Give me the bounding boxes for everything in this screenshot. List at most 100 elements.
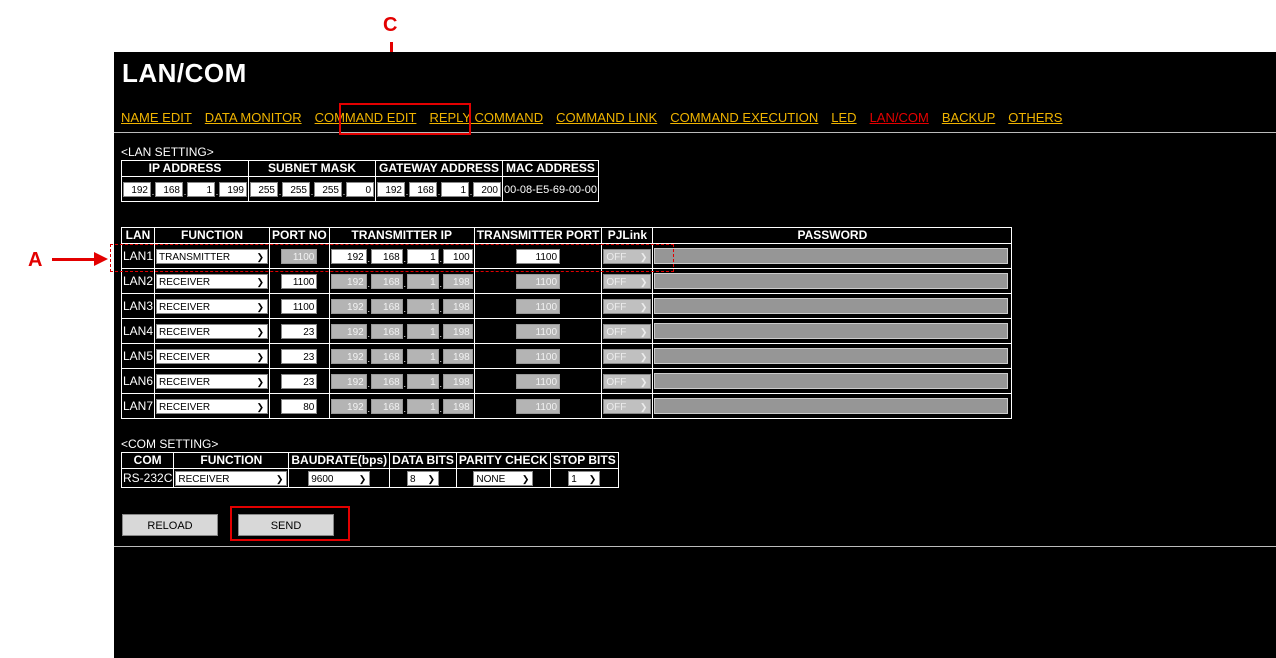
transmitter-ip-octet-1[interactable]: 192 — [330, 323, 367, 339]
annotation-a-arrow-shaft — [52, 258, 96, 261]
nav-link-others[interactable]: OTHERS — [1008, 110, 1062, 125]
transmitter-ip-octet-3[interactable]: 1 — [406, 273, 439, 289]
transmitter-port-input[interactable]: 1100 — [516, 373, 561, 389]
ip-octet-3[interactable]: 1 — [187, 181, 215, 197]
subnet-octet-3[interactable]: 255 — [314, 181, 342, 197]
com-port-cell: RS-232C — [120, 468, 175, 488]
parity-select[interactable]: NONE ❯ — [473, 470, 534, 486]
pjlink-select[interactable]: OFF ❯ — [603, 323, 652, 339]
ip-octet-2[interactable]: 168 — [155, 181, 183, 197]
lan-setting-heading: <LAN SETTING> — [121, 145, 214, 159]
pjlink-value: OFF — [606, 401, 627, 413]
password-input[interactable] — [654, 323, 1009, 339]
gateway-octet-2[interactable]: 168 — [409, 181, 437, 197]
transmitter-port-input[interactable]: 1100 — [516, 398, 561, 414]
lan-function-select[interactable]: RECEIVER ❯ — [156, 323, 269, 339]
data-bits-cell: 8 ❯ — [389, 468, 457, 488]
transmitter-ip-octet-1[interactable]: 192 — [330, 273, 367, 289]
transmitter-ip-octet-4[interactable]: 198 — [442, 373, 473, 389]
chevron-down-icon: ❯ — [275, 473, 284, 484]
lan-function-cell: RECEIVER ❯ — [154, 368, 271, 394]
lan-function-select[interactable]: RECEIVER ❯ — [156, 373, 269, 389]
transmitter-ip-octet-3[interactable]: 1 — [406, 348, 439, 364]
transmitter-ip-octet-3[interactable]: 1 — [406, 373, 439, 389]
data-bits-value: 8 — [410, 473, 416, 485]
transmitter-ip-octet-2[interactable]: 168 — [370, 323, 403, 339]
ip-octet-4[interactable]: 199 — [219, 181, 247, 197]
lan-transmitter-port-cell: 1100 — [473, 293, 603, 319]
pjlink-select[interactable]: OFF ❯ — [603, 398, 652, 414]
ip-octet-1[interactable]: 192 — [123, 181, 151, 197]
nav-link-lan-com[interactable]: LAN/COM — [870, 110, 929, 125]
header-mac-address: MAC ADDRESS — [502, 160, 599, 177]
lan-port-input[interactable]: 80 — [281, 398, 318, 414]
transmitter-ip-octet-1[interactable]: 192 — [330, 298, 367, 314]
lan-port-input[interactable]: 1100 — [281, 273, 318, 289]
password-input[interactable] — [654, 248, 1009, 264]
header-subnet-mask: SUBNET MASK — [248, 160, 376, 177]
lan-pjlink-cell: OFF ❯ — [601, 268, 654, 294]
stop-bits-select[interactable]: 1 ❯ — [568, 470, 601, 486]
lan-function-select[interactable]: RECEIVER ❯ — [156, 298, 269, 314]
transmitter-ip-octet-4[interactable]: 198 — [442, 348, 473, 364]
transmitter-port-input[interactable]: 1100 — [516, 323, 561, 339]
lan-port-input[interactable]: 23 — [281, 373, 318, 389]
pjlink-select[interactable]: OFF ❯ — [603, 298, 652, 314]
com-setting-table: COM FUNCTION BAUDRATE(bps) DATA BITS PAR… — [120, 452, 619, 488]
transmitter-ip-octet-4[interactable]: 198 — [442, 273, 473, 289]
pjlink-value: OFF — [606, 326, 627, 338]
pjlink-select[interactable]: OFF ❯ — [603, 348, 652, 364]
chevron-down-icon: ❯ — [639, 401, 648, 412]
divider-bottom — [114, 546, 1276, 547]
nav-link-data-monitor[interactable]: DATA MONITOR — [205, 110, 302, 125]
gateway-octet-4[interactable]: 200 — [473, 181, 501, 197]
nav-link-name-edit[interactable]: NAME EDIT — [121, 110, 192, 125]
com-function-select[interactable]: RECEIVER ❯ — [175, 470, 288, 486]
lan-port-input[interactable]: 1100 — [281, 298, 318, 314]
lan-function-value: RECEIVER — [159, 276, 211, 288]
reload-button[interactable]: RELOAD — [122, 514, 218, 536]
transmitter-ip-octet-2[interactable]: 168 — [370, 348, 403, 364]
transmitter-ip-octet-3[interactable]: 1 — [406, 298, 439, 314]
transmitter-ip-octet-2[interactable]: 168 — [370, 298, 403, 314]
transmitter-ip-octet-1[interactable]: 192 — [330, 373, 367, 389]
transmitter-ip-octet-2[interactable]: 168 — [370, 398, 403, 414]
lan-password-cell — [652, 268, 1013, 294]
transmitter-port-input[interactable]: 1100 — [516, 348, 561, 364]
lan-function-select[interactable]: RECEIVER ❯ — [156, 273, 269, 289]
lan-port-input[interactable]: 23 — [281, 323, 318, 339]
nav-link-led[interactable]: LED — [831, 110, 856, 125]
password-input[interactable] — [654, 348, 1009, 364]
password-input[interactable] — [654, 398, 1009, 414]
lan-function-select[interactable]: RECEIVER ❯ — [156, 348, 269, 364]
transmitter-ip-octet-4[interactable]: 198 — [442, 398, 473, 414]
subnet-octet-2[interactable]: 255 — [282, 181, 310, 197]
gateway-octet-3[interactable]: 1 — [441, 181, 469, 197]
lan-port-input[interactable]: 23 — [281, 348, 318, 364]
transmitter-port-input[interactable]: 1100 — [516, 298, 561, 314]
subnet-octet-4[interactable]: 0 — [346, 181, 374, 197]
transmitter-ip-octet-1[interactable]: 192 — [330, 398, 367, 414]
nav-link-backup[interactable]: BACKUP — [942, 110, 995, 125]
baudrate-select[interactable]: 9600 ❯ — [308, 470, 371, 486]
password-input[interactable] — [654, 298, 1009, 314]
transmitter-ip-octet-3[interactable]: 1 — [406, 398, 439, 414]
pjlink-select[interactable]: OFF ❯ — [603, 373, 652, 389]
transmitter-ip-octet-1[interactable]: 192 — [330, 348, 367, 364]
transmitter-ip-octet-2[interactable]: 168 — [370, 273, 403, 289]
subnet-octet-1[interactable]: 255 — [250, 181, 278, 197]
transmitter-ip-octet-2[interactable]: 168 — [370, 373, 403, 389]
password-input[interactable] — [654, 373, 1009, 389]
gateway-octet-1[interactable]: 192 — [377, 181, 405, 197]
transmitter-ip-octet-3[interactable]: 1 — [406, 323, 439, 339]
nav-link-command-link[interactable]: COMMAND LINK — [556, 110, 657, 125]
transmitter-ip-octet-4[interactable]: 198 — [442, 323, 473, 339]
transmitter-port-input[interactable]: 1100 — [516, 273, 561, 289]
data-bits-select[interactable]: 8 ❯ — [407, 470, 440, 486]
lan-function-value: RECEIVER — [159, 376, 211, 388]
password-input[interactable] — [654, 273, 1009, 289]
transmitter-ip-octet-4[interactable]: 198 — [442, 298, 473, 314]
nav-link-command-execution[interactable]: COMMAND EXECUTION — [670, 110, 818, 125]
lan-function-select[interactable]: RECEIVER ❯ — [156, 398, 269, 414]
pjlink-select[interactable]: OFF ❯ — [603, 273, 652, 289]
